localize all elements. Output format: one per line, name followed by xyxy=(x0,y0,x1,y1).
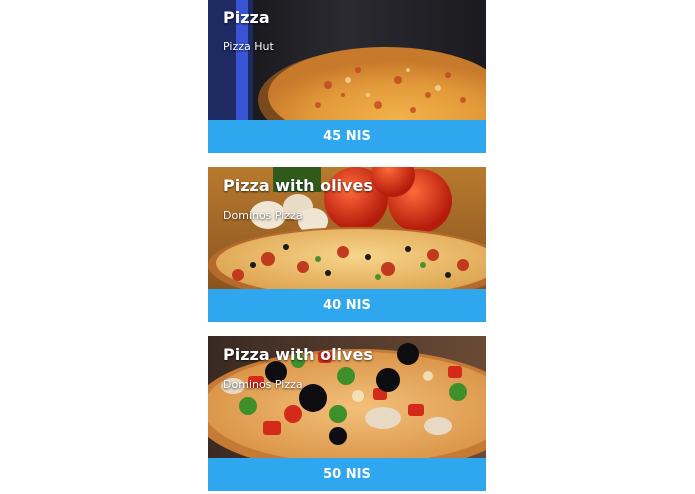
card-restaurant: Dominos Pizza xyxy=(223,378,303,391)
product-card[interactable]: Pizza with olives Dominos Pizza 50 NIS xyxy=(208,336,486,491)
card-title: Pizza xyxy=(223,8,270,27)
card-title: Pizza with olives xyxy=(223,176,373,195)
product-card[interactable]: Pizza Pizza Hut 45 NIS xyxy=(208,0,486,153)
card-restaurant: Pizza Hut xyxy=(223,40,274,53)
product-card[interactable]: Pizza with olives Dominos Pizza 40 NIS xyxy=(208,167,486,322)
price-button[interactable]: 50 NIS xyxy=(208,458,486,491)
card-title: Pizza with olives xyxy=(223,345,373,364)
price-button[interactable]: 45 NIS xyxy=(208,120,486,153)
card-restaurant: Dominos Pizza xyxy=(223,209,303,222)
price-button[interactable]: 40 NIS xyxy=(208,289,486,322)
